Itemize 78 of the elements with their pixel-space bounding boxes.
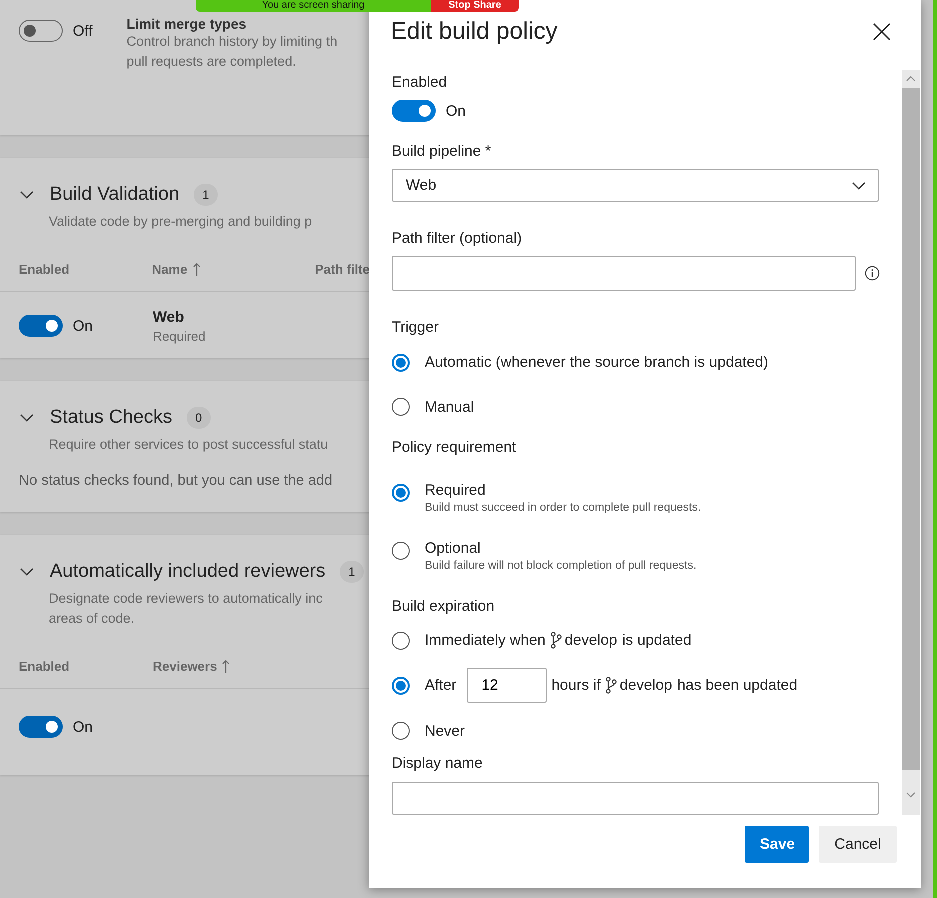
radio-label: hours if [552,677,601,694]
pipeline-dropdown[interactable]: Web [392,169,879,202]
field-label: Policy requirement [392,439,516,456]
radio-label: After [425,677,457,694]
count-badge: 1 [340,561,364,583]
toggle-switch[interactable] [19,716,63,738]
scroll-up-icon[interactable] [906,76,916,82]
section-description: Validate code by pre-merging and building p [49,213,314,231]
column-header[interactable]: Path filte [315,262,370,277]
field-label: Build expiration [392,598,495,616]
radio-button[interactable] [392,722,410,740]
branch-icon [606,677,617,694]
policy-description: Control branch history by limiting th [126,33,338,51]
column-header[interactable]: Reviewers [153,659,317,674]
save-button[interactable]: Save [745,826,809,863]
radio-label: Never [425,722,466,740]
toggle-switch[interactable] [19,20,63,42]
stop-share-button[interactable]: Stop Share [431,0,519,12]
radio-label: has been updated [677,677,798,694]
radio-label: Immediately when [425,632,546,650]
chevron-down-icon [852,182,866,190]
chevron-down-icon[interactable] [20,568,34,576]
section-title: Automatically included reviewers [50,561,326,583]
branch-name: develop [620,677,672,694]
scroll-down-icon[interactable] [906,792,916,798]
count-badge: 0 [186,407,212,429]
toggle-switch[interactable] [392,100,436,122]
radio-button[interactable] [392,676,410,695]
policy-title: Limit merge types [126,16,248,32]
section-title: Build Validation [50,184,180,206]
cancel-button[interactable]: Cancel [819,826,897,863]
radio-button[interactable] [392,354,410,372]
option-description: Build must succeed in order to complete pull requests. [425,502,702,514]
column-header[interactable]: Enabled [19,262,152,277]
radio-button[interactable] [392,398,410,416]
radio-button[interactable] [392,632,410,650]
radio-button[interactable] [392,484,410,502]
display-name-field[interactable] [392,782,879,815]
count-badge: 1 [194,184,218,206]
empty-message: No status checks found, but you can use the add [18,472,334,491]
radio-label: Required [425,482,487,500]
toggle-label: On [73,318,94,334]
requirement-label: Required [153,328,206,344]
section-description: Require other services to post successful statu [49,436,330,454]
column-header[interactable]: Name [152,262,316,277]
toggle-label: On [73,718,94,736]
field-label: Path filter (optional) [392,230,522,248]
section-description: areas of code. [49,610,136,628]
sort-arrow-icon [222,660,230,673]
toggle-label: On [446,102,466,120]
chevron-down-icon[interactable] [20,414,34,422]
field-label: Enabled [392,74,448,91]
radio-label: is updated [622,632,692,650]
option-description: Build failure will not block completion of pull requests. [425,560,697,572]
chevron-down-icon[interactable] [20,191,34,199]
section-title: Status Checks [50,407,172,429]
section-description: Designate code reviewers to automatically inc [49,590,324,608]
path-filter-field[interactable] [392,256,856,292]
radio-label: Automatic (whenever the source branch is updated) [425,354,769,371]
field-label: Display name [392,754,483,772]
hours-field[interactable]: 12 [466,668,547,704]
close-icon[interactable] [873,23,891,41]
pipeline-name: Web [153,308,186,326]
radio-label: Manual [425,398,474,416]
field-label: Build pipeline * [392,143,492,160]
info-icon[interactable] [865,266,880,282]
toggle-switch[interactable] [19,315,63,337]
column-header[interactable]: Enabled [19,659,153,674]
screen-sharing-banner: You are screen sharing [196,0,431,12]
branch-name: develop [564,632,618,650]
sort-arrow-icon [192,263,201,276]
policy-description: pull requests are completed. [126,53,298,71]
radio-button[interactable] [392,542,410,560]
field-label: Trigger [392,319,439,336]
toggle-label: Off [73,22,93,40]
panel-title: Edit build policy [391,18,558,46]
branch-icon [550,632,562,650]
radio-label: Optional [425,540,482,558]
